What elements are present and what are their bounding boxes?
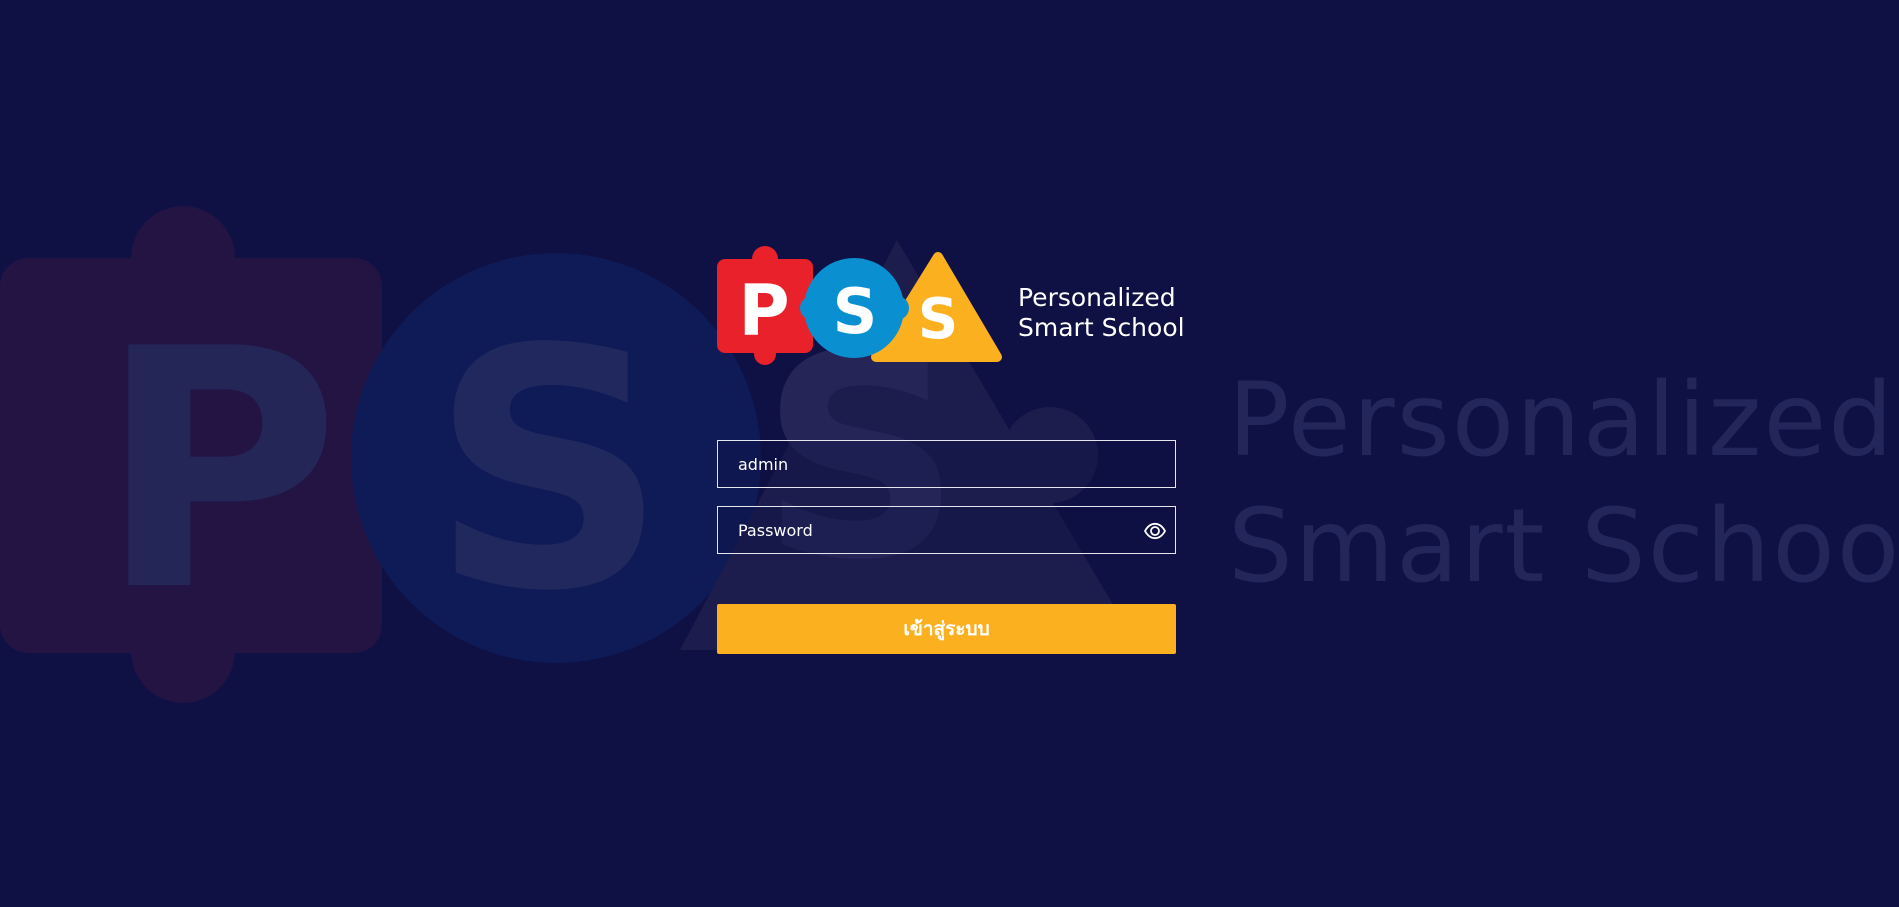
username-input[interactable] [718, 441, 1175, 487]
username-field[interactable] [717, 440, 1176, 488]
svg-text:P: P [98, 279, 340, 663]
eye-icon[interactable] [1143, 519, 1167, 543]
logo-letter-s2: S [918, 287, 958, 352]
password-field[interactable] [717, 506, 1176, 554]
login-page: P S S Personalized Smart School P S S Pe… [0, 0, 1899, 907]
login-button[interactable]: เข้าสู่ระบบ [717, 604, 1176, 654]
password-input[interactable] [718, 507, 1175, 553]
logo-letter-s1: S [833, 275, 878, 348]
pss-logo-mark: P S S [717, 246, 1002, 365]
watermark-line-1: Personalized [1228, 361, 1895, 480]
logo-letter-p: P [738, 270, 789, 352]
pss-logo: P S S Personalized Smart School [716, 245, 1185, 365]
logo-text: Personalized Smart School [1018, 283, 1185, 343]
background-watermark-text: Personalized Smart School [1228, 358, 1899, 610]
svg-text:S: S [430, 279, 668, 663]
watermark-line-2: Smart School [1228, 487, 1899, 606]
logo-text-line-2: Smart School [1018, 313, 1185, 342]
logo-text-line-1: Personalized [1018, 283, 1176, 312]
